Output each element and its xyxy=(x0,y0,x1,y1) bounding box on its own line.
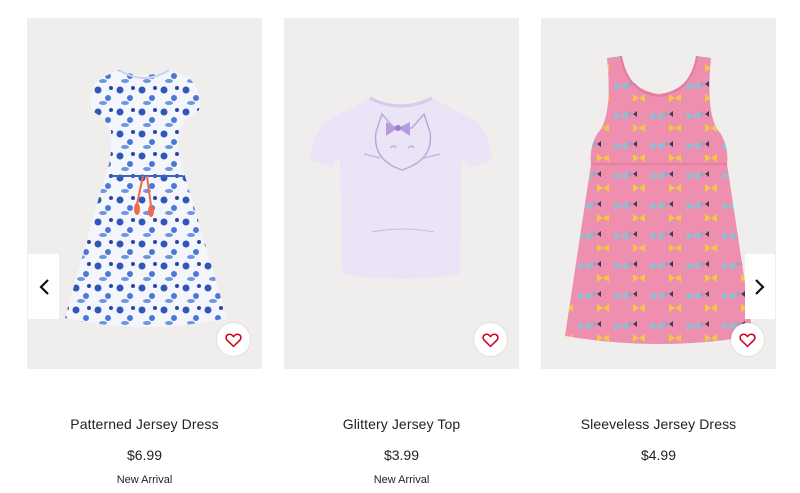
favorite-button[interactable] xyxy=(217,323,250,356)
product-carousel: Patterned Jersey Dress $6.99 New Arrival xyxy=(0,0,800,493)
new-arrival-badge: New Arrival xyxy=(116,474,173,486)
product-price: $4.99 xyxy=(640,447,677,463)
product-title[interactable]: Patterned Jersey Dress xyxy=(27,416,262,432)
product-image-blue-floral-dress[interactable] xyxy=(27,18,262,369)
new-arrival-badge: New Arrival xyxy=(373,474,430,486)
heart-icon xyxy=(739,332,756,347)
carousel-next-button[interactable] xyxy=(745,254,775,319)
chevron-right-icon xyxy=(755,278,765,295)
heart-icon xyxy=(225,332,242,347)
product-price: $3.99 xyxy=(383,447,420,463)
product-image-lavender-cat-top[interactable] xyxy=(284,18,519,369)
favorite-button[interactable] xyxy=(731,323,764,356)
product-price: $6.99 xyxy=(126,447,163,463)
product-card[interactable]: Sleeveless Jersey Dress $4.99 xyxy=(541,18,776,463)
chevron-left-icon xyxy=(38,278,49,295)
product-card[interactable]: Glittery Jersey Top $3.99 New Arrival xyxy=(284,18,519,486)
product-title[interactable]: Sleeveless Jersey Dress xyxy=(541,416,776,432)
favorite-button[interactable] xyxy=(474,323,507,356)
product-image-pink-butterfly-dress[interactable] xyxy=(541,18,776,369)
product-title[interactable]: Glittery Jersey Top xyxy=(284,416,519,432)
carousel-prev-button[interactable] xyxy=(28,254,59,319)
product-card[interactable]: Patterned Jersey Dress $6.99 New Arrival xyxy=(27,18,262,486)
heart-icon xyxy=(482,332,499,347)
